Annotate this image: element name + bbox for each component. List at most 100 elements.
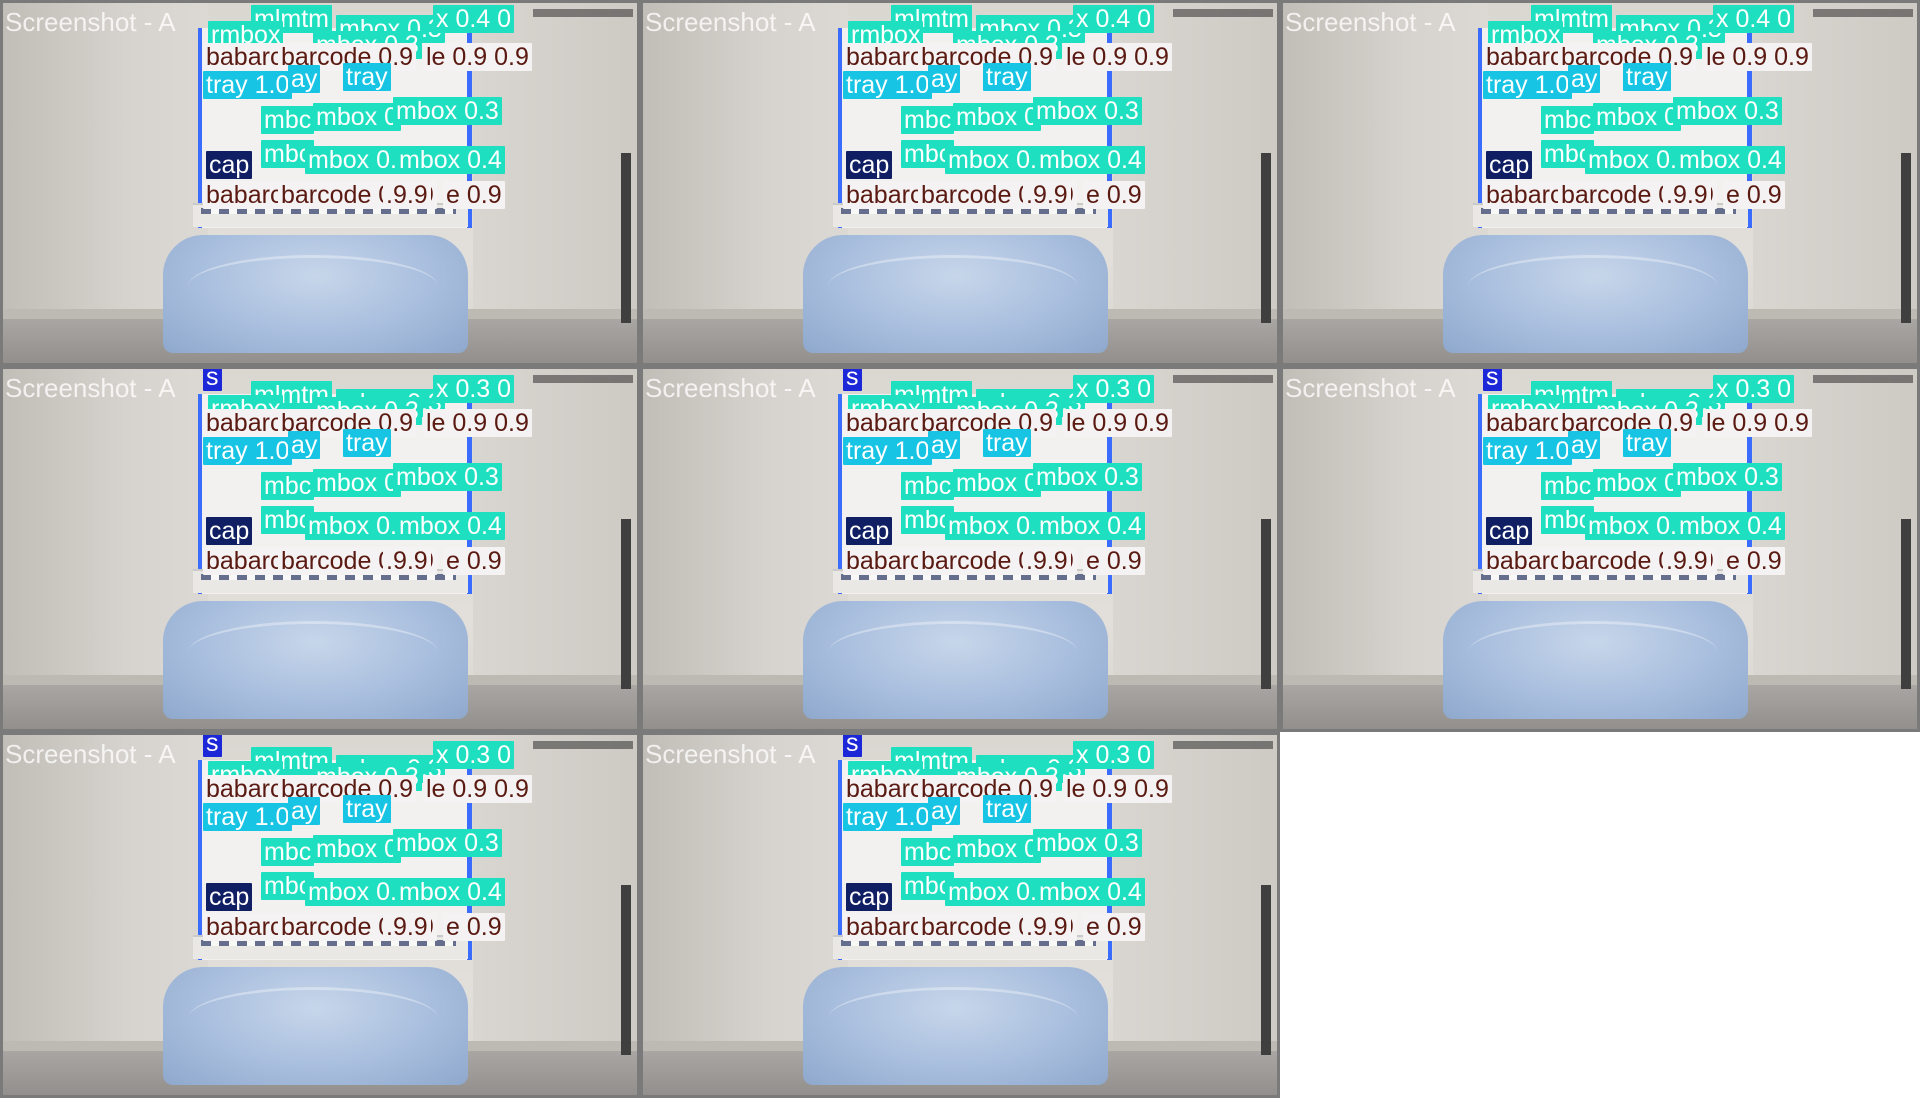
mbox-detection-label: mbox 0.3 [1033,97,1142,125]
barcode-detection-label: e 0.9 [1723,181,1785,209]
mbox-detection-label: x 0.4 0 [1713,5,1795,33]
iv-pole [621,885,631,1055]
tray-detection-label: ay [288,431,321,459]
frame-tile: Screenshot - A mlmtm mbox 0.3 x 0.4 0 rmbox… [1280,0,1920,366]
mbox-detection-label: mbox 0. [945,878,1040,906]
tray-detection-label: ay [288,65,321,93]
screenshot-watermark: Screenshot - A [1285,373,1456,403]
sheet-fold [188,987,438,1050]
barcode-detection-label: babarc [203,409,286,437]
tray-detection-label: tray 1.0 [843,71,933,99]
tray-detection-label: ay [928,431,961,459]
mbox-detection-label: mbox 0.4 [1036,878,1145,906]
barcode-detection-label: .9.9 [383,547,431,575]
barcode-detection-label: babarc [1483,181,1566,209]
mbox-detection-label: mbox 0.4 [1036,512,1145,540]
barcode-detection-label: babarc [203,547,286,575]
tray-detection-label: tray [343,429,391,457]
mbox-detection-label: mbox 0.4 [1676,512,1785,540]
mbox-detection-label: mbox 0 [953,469,1041,497]
timestamp-overlay [1813,375,1913,383]
iv-pole [1901,153,1911,323]
cap-detection-label: cap [1486,517,1533,545]
barcode-detection-label: babarc [843,547,926,575]
cap-detection-label: cap [846,517,893,545]
tray-detection-label: tray 1.0 [843,803,933,831]
sheet-fold [188,255,438,318]
tray-detection-label: ay [288,797,321,825]
mbox-detection-label: x 0.4 0 [1073,5,1155,33]
tray-detection-label: ay [1568,65,1601,93]
iv-pole [1901,519,1911,689]
mbox-detection-label: mbc [901,472,955,500]
sheet-fold [828,987,1078,1050]
screenshot-watermark: Screenshot - A [645,739,816,769]
barcode-detection-label: .9.9 [1663,547,1711,575]
tray-detection-label: tray [343,795,391,823]
tray-detection-label: tray 1.0 [203,437,293,465]
mbox-detection-label: mbox 0.3 [393,463,502,491]
mbox-detection-label: mbox 0 [953,103,1041,131]
barcode-detection-label: babarc [203,775,286,803]
barcode-detection-label: babarc [1483,43,1566,71]
timestamp-overlay [533,9,633,17]
timestamp-overlay [533,741,633,749]
barcode-detection-label: e 0.9 [1083,181,1145,209]
barcode-detection-label: babarc [1483,409,1566,437]
frame-tile: Screenshot - A smlmtmmbox 0.3x 0.3 0rmbo… [0,732,640,1098]
mbox-detection-label: x 0.3 0 [433,741,515,769]
frame-tile: Screenshot - A smlmtmmbox 0.3x 0.3 0rmbo… [640,732,1280,1098]
iv-pole [621,519,631,689]
barcode-detection-label: babarc [843,181,926,209]
mbox-detection-label: x 0.3 0 [1073,375,1155,403]
barcode-detection-label: le 0.9 0.9 [423,409,532,437]
barcode-detection-label: e 0.9 [1083,547,1145,575]
barcode-detection-label: babarc [843,913,926,941]
timestamp-overlay [1813,9,1913,17]
mbox-detection-label: x 0.4 0 [433,5,515,33]
barcode-detection-label: babarc [1483,547,1566,575]
mbox-detection-label: mbox 0 [313,103,401,131]
barcode-detection-label: .9.9 [1023,181,1071,209]
cap-detection-label: cap [206,151,253,179]
mbox-detection-label: mbox 0.4 [396,146,505,174]
mbox-detection-label: mbox 0. [1585,512,1680,540]
barcode-detection-label: le 0.9 0.9 [423,43,532,71]
mbox-detection-label: mbc [261,106,315,134]
mbox-detection-label: mbox 0 [313,469,401,497]
screenshot-watermark: Screenshot - A [645,373,816,403]
mbox-detection-label: mbc [901,106,955,134]
cap-detection-label: cap [846,883,893,911]
mbox-detection-label: x 0.3 0 [1713,375,1795,403]
frame-tile: Screenshot - A smlmtmmbox 0.3x 0.3 0rmbo… [1280,366,1920,732]
mbox-detection-label: mbc [261,472,315,500]
mbox-detection-label: mbc [1541,106,1595,134]
tray-detection-label: tray [983,795,1031,823]
barcode-detection-label: babarc [203,43,286,71]
mark-detection-label: s [203,735,222,757]
tray-detection-label: ay [928,65,961,93]
mbox-detection-label: x 0.3 0 [433,375,515,403]
barcode-detection-label: le 0.9 0.9 [1063,775,1172,803]
frame-tile: Screenshot - A smlmtmmbox 0.3x 0.3 0rmbo… [0,366,640,732]
mbox-detection-label: mbox 0.3 [1033,463,1142,491]
mark-detection-label: s [843,735,862,757]
frame-tile: Screenshot - A smlmtmmbox 0.3x 0.3 0rmbo… [640,366,1280,732]
iv-pole [1261,519,1271,689]
barcode-detection-label: babarc [203,181,286,209]
barcode-detection-label: babarc [843,775,926,803]
barcode-detection-label: le 0.9 0.9 [1703,409,1812,437]
mbox-detection-label: mbox 0.3 [1673,97,1782,125]
mark-detection-label: s [1483,369,1502,391]
barcode-detection-label: babarc [843,43,926,71]
barcode-detection-label: e 0.9 [1083,913,1145,941]
mbox-detection-label: mbox 0.3 [393,97,502,125]
iv-pole [1261,153,1271,323]
iv-pole [1261,885,1271,1055]
barcode-detection-label: le 0.9 0.9 [1063,43,1172,71]
mbox-detection-label: mbc [901,838,955,866]
mbox-detection-label: mbox 0.4 [396,512,505,540]
barcode-detection-label: .9.9 [383,181,431,209]
tray-detection-label: tray 1.0 [843,437,933,465]
mbox-detection-label: mbox 0. [1585,146,1680,174]
